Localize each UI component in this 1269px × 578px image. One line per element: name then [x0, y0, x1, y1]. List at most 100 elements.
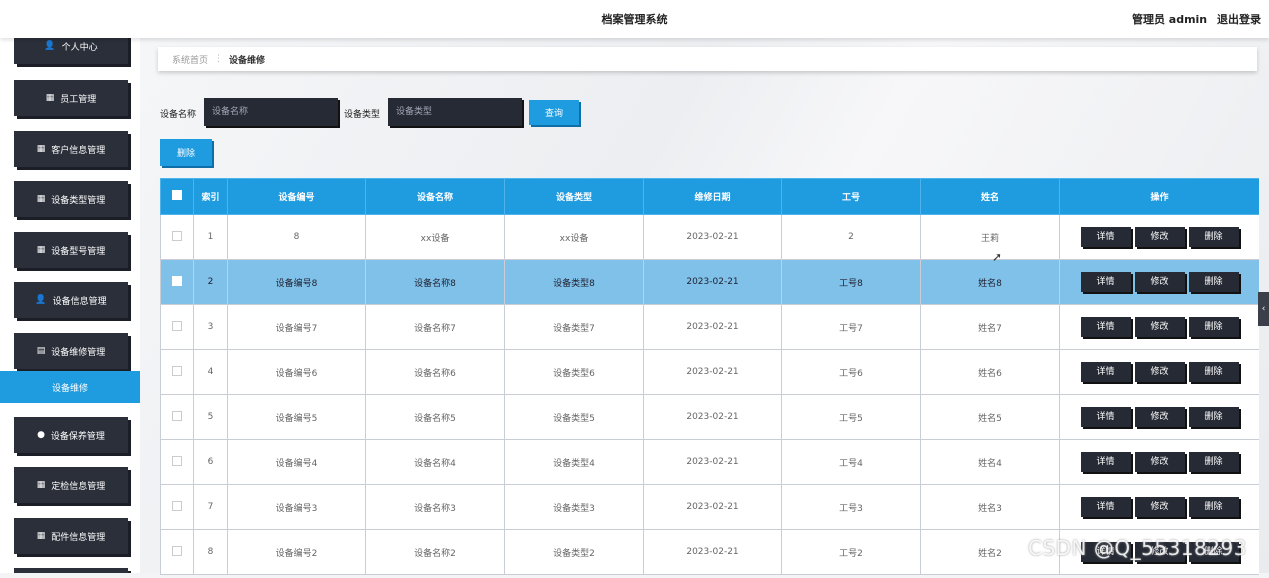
delete-button[interactable]: 删除 [1188, 362, 1239, 382]
sidebar-item-device-type[interactable]: ▦ 设备类型管理 [14, 181, 128, 217]
detail-button[interactable]: 详情 [1080, 272, 1131, 292]
bulb-icon: ● [37, 430, 45, 440]
device-name-label: 设备名称 [160, 110, 197, 120]
query-button[interactable]: 查询 [529, 100, 579, 125]
detail-button[interactable]: 详情 [1080, 497, 1131, 517]
logout-link[interactable]: 退出登录 [1217, 13, 1261, 26]
actions-cell: 详情 修改 删除 [1059, 214, 1259, 260]
cell-type: 设备类型8 [504, 259, 644, 305]
row-checkbox[interactable] [172, 230, 182, 241]
delete-button[interactable]: 删除 [1188, 407, 1239, 427]
sidebar-item-personal-center[interactable]: 👤 个人中心 [14, 38, 128, 64]
delete-button[interactable]: 删除 [1188, 452, 1239, 472]
row-select-cell[interactable] [160, 529, 194, 575]
cell-name: 设备名称8 [365, 259, 505, 305]
sidebar-item-parts[interactable]: ▦ 配件信息管理 [14, 518, 128, 554]
cell-code: 设备编号4 [227, 439, 366, 485]
table-row[interactable]: 2 设备编号8 设备名称8 设备类型8 2023-02-21 工号8 姓名8 详情 修改 删除 [160, 259, 1259, 305]
row-checkbox[interactable] [172, 545, 182, 556]
cell-date: 2023-02-21 [643, 214, 782, 260]
edit-button[interactable]: 修改 [1134, 452, 1185, 472]
user-label: 管理员 admin [1131, 13, 1208, 26]
sidebar-item-label: 设备维修管理 [51, 347, 106, 358]
row-checkbox[interactable] [172, 500, 182, 511]
cell-index: 2 [193, 259, 228, 305]
sidebar-item-label: 设备型号管理 [51, 246, 106, 257]
row-select-cell[interactable] [160, 349, 194, 395]
row-select-cell[interactable] [160, 439, 194, 485]
table-header-row: 索引 设备编号 设备名称 设备类型 维修日期 工号 姓名 操作 [160, 178, 1259, 215]
sidebar-item-device-maintenance[interactable]: ● 设备保养管理 [14, 417, 128, 453]
sidebar-item-customer[interactable]: ▦ 客户信息管理 [14, 131, 128, 167]
sidebar-item-inspection[interactable]: ▦ 定检信息管理 [14, 467, 128, 503]
collapse-arrow-icon[interactable]: ‹ [1258, 292, 1269, 326]
cell-code: 设备编号5 [227, 394, 366, 440]
cell-job-no: 工号7 [781, 304, 921, 350]
table-row[interactable]: 6 设备编号4 设备名称4 设备类型4 2023-02-21 工号4 姓名4 详情 修改 删除 [160, 439, 1259, 485]
submenu-item-device-repair[interactable]: 设备维修 [0, 371, 140, 403]
row-select-cell[interactable] [160, 484, 194, 530]
sidebar-item-label: 定检信息管理 [51, 481, 106, 492]
grid-icon: ▦ [36, 480, 46, 490]
table-row[interactable]: 5 设备编号5 设备名称5 设备类型5 2023-02-21 工号5 姓名5 详情 修改 删除 [160, 394, 1259, 440]
table-row[interactable]: 4 设备编号6 设备名称6 设备类型6 2023-02-21 工号6 姓名6 详情 修改 删除 [160, 349, 1259, 395]
row-checkbox[interactable] [172, 365, 182, 376]
row-checkbox[interactable] [172, 275, 182, 286]
sidebar-item-label: 设备保养管理 [50, 431, 105, 442]
app-title: 档案管理系统 [601, 13, 668, 26]
cell-job-no: 工号3 [781, 484, 921, 530]
select-all-header[interactable] [160, 178, 194, 215]
cell-code: 设备编号7 [227, 304, 366, 350]
row-checkbox[interactable] [172, 455, 182, 466]
detail-button[interactable]: 详情 [1080, 452, 1131, 472]
device-type-input[interactable] [388, 98, 522, 126]
sidebar-item-staff[interactable]: ▦ 员工管理 [14, 80, 128, 116]
sidebar-item-more[interactable] [14, 568, 128, 573]
table-row[interactable]: 7 设备编号3 设备名称3 设备类型3 2023-02-21 工号3 姓名3 详情 修改 删除 [160, 484, 1259, 530]
detail-button[interactable]: 详情 [1080, 362, 1131, 382]
sidebar-item-device-model[interactable]: ▦ 设备型号管理 [14, 232, 128, 268]
cell-code: 8 [227, 214, 366, 260]
sidebar-item-device-info[interactable]: 👤 设备信息管理 [14, 282, 128, 318]
detail-button[interactable]: 详情 [1080, 317, 1131, 337]
edit-button[interactable]: 修改 [1134, 227, 1185, 247]
detail-button[interactable]: 详情 [1080, 407, 1131, 427]
sidebar-item-label: 设备信息管理 [52, 296, 107, 307]
edit-button[interactable]: 修改 [1134, 317, 1185, 337]
detail-button[interactable]: 详情 [1080, 227, 1131, 247]
actions-cell: 详情 修改 删除 [1059, 304, 1259, 350]
select-all-checkbox[interactable] [172, 190, 182, 200]
breadcrumb: 系统首页 ⋮ 设备维修 [158, 47, 1257, 71]
row-select-cell[interactable] [160, 304, 194, 350]
row-select-cell[interactable] [160, 394, 194, 440]
row-select-cell[interactable] [160, 214, 194, 260]
delete-button[interactable]: 删除 [1188, 317, 1239, 337]
edit-button[interactable]: 修改 [1134, 362, 1185, 382]
user-icon: 👤 [35, 295, 47, 305]
batch-delete-button[interactable]: 删除 [160, 139, 212, 166]
sidebar-item-device-repair[interactable]: ▤ 设备维修管理 [14, 333, 128, 369]
edit-button[interactable]: 修改 [1134, 407, 1185, 427]
watermark: CSDN @Q_55318293 [1028, 536, 1247, 560]
cell-date: 2023-02-21 [643, 439, 782, 485]
cell-index: 5 [193, 394, 228, 440]
delete-button[interactable]: 删除 [1188, 272, 1239, 292]
delete-button[interactable]: 删除 [1188, 227, 1239, 247]
cell-job-no: 工号5 [781, 394, 921, 440]
breadcrumb-home[interactable]: 系统首页 [172, 53, 208, 66]
cell-index: 6 [193, 439, 228, 485]
cell-index: 7 [193, 484, 228, 530]
edit-button[interactable]: 修改 [1134, 497, 1185, 517]
table-row[interactable]: 3 设备编号7 设备名称7 设备类型7 2023-02-21 工号7 姓名7 详情 修改 删除 [160, 304, 1259, 350]
cell-job-no: 工号2 [781, 529, 921, 575]
row-checkbox[interactable] [172, 320, 182, 331]
actions-cell: 详情 修改 删除 [1059, 349, 1259, 395]
cell-person: 姓名6 [920, 349, 1060, 395]
edit-button[interactable]: 修改 [1134, 272, 1185, 292]
device-name-input[interactable] [204, 98, 338, 126]
row-checkbox[interactable] [172, 410, 182, 421]
row-select-cell[interactable] [160, 259, 194, 305]
table-row[interactable]: 1 8 xx设备 xx设备 2023-02-21 2 王莉 详情 修改 删除 [160, 214, 1259, 260]
repair-table: 索引 设备编号 设备名称 设备类型 维修日期 工号 姓名 操作 1 8 xx设备 xx… [160, 178, 1259, 578]
delete-button[interactable]: 删除 [1188, 497, 1239, 517]
